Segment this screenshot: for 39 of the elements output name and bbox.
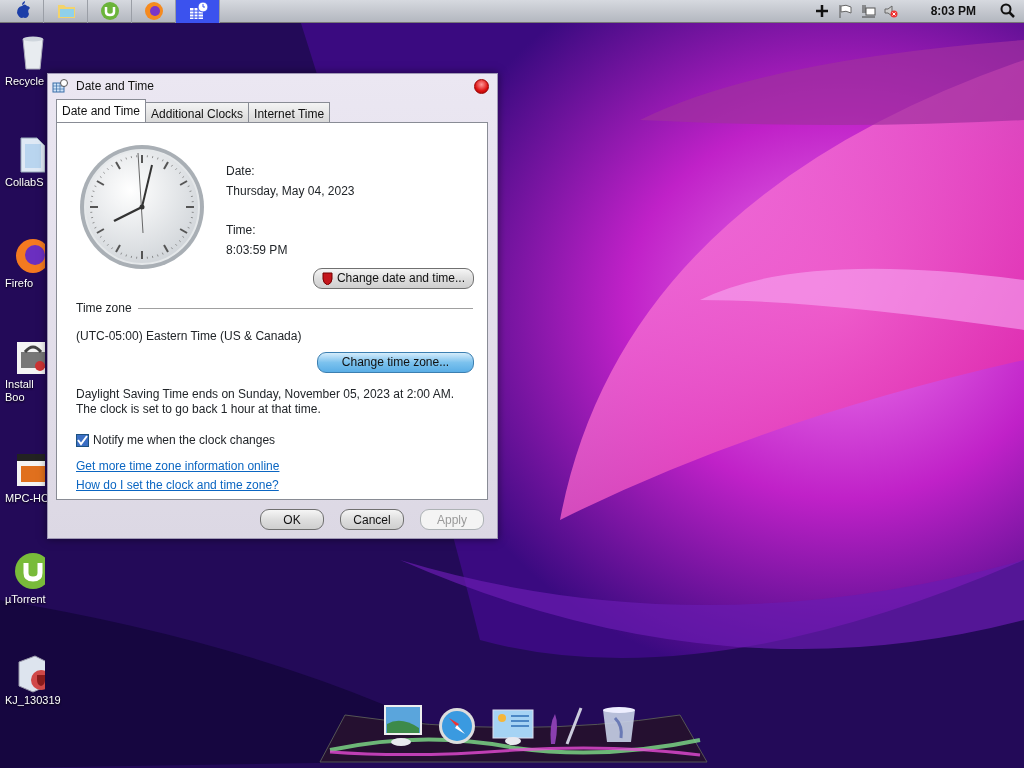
notify-checkbox[interactable] <box>76 434 89 447</box>
icon-label: Recycle <box>5 75 45 88</box>
icon-label: Boo <box>5 391 25 404</box>
icon-label: CollabS <box>5 176 44 189</box>
icon-label: KJ_130319 <box>5 694 61 707</box>
plus-icon[interactable] <box>814 3 830 19</box>
tab[interactable]: Internet Time <box>248 102 331 122</box>
flag-icon[interactable] <box>837 3 853 19</box>
icon-label: µTorrent <box>5 593 46 606</box>
network-icon[interactable] <box>860 3 876 19</box>
icon-label: Install <box>5 378 34 391</box>
icon-label: Firefo <box>5 277 34 290</box>
dst-info-text: Daylight Saving Time ends on Sunday, November 05, 2023 at 2:00 AM. The clock is set to go back 1 hour at that time. <box>76 387 455 417</box>
time-value: 8:03:59 PM <box>226 243 289 258</box>
muted-speaker-icon[interactable] <box>883 3 899 19</box>
time-label: Time: <box>226 223 257 238</box>
time-zone-text: (UTC-05:00) Eastern Time (US & Canada) <box>76 329 303 344</box>
date-label: Date: <box>226 164 256 179</box>
close-button[interactable] <box>474 78 489 94</box>
clock-text: 8:03 PM <box>930 3 976 20</box>
utorrent-icon <box>98 0 121 22</box>
window-title: Date and Time <box>76 78 155 95</box>
tab[interactable]: Date and Time <box>56 99 147 122</box>
search-icon[interactable] <box>1000 3 1016 19</box>
checkbox-label: Notify me when the clock changes <box>93 433 276 448</box>
change-time-zone-button[interactable]: Change time zone... <box>317 352 474 373</box>
tab[interactable]: Additional Clocks <box>145 102 250 122</box>
section-heading: Time zone <box>76 301 132 316</box>
taskbar-button[interactable] <box>176 0 220 23</box>
date-value: Thursday, May 04, 2023 <box>226 184 356 199</box>
calendar-clock-icon <box>52 79 68 93</box>
help-link[interactable]: How do I set the clock and time zone? <box>76 478 279 493</box>
dialog-button[interactable]: OK <box>260 509 324 530</box>
help-link[interactable]: Get more time zone information online <box>76 459 280 474</box>
shield-icon <box>321 272 333 285</box>
change-date-time-button[interactable]: Change date and time... <box>312 268 474 289</box>
dialog-button[interactable]: Cancel <box>340 509 404 530</box>
firefox-icon <box>142 0 165 22</box>
icon-label: MPC-HC <box>5 492 49 505</box>
